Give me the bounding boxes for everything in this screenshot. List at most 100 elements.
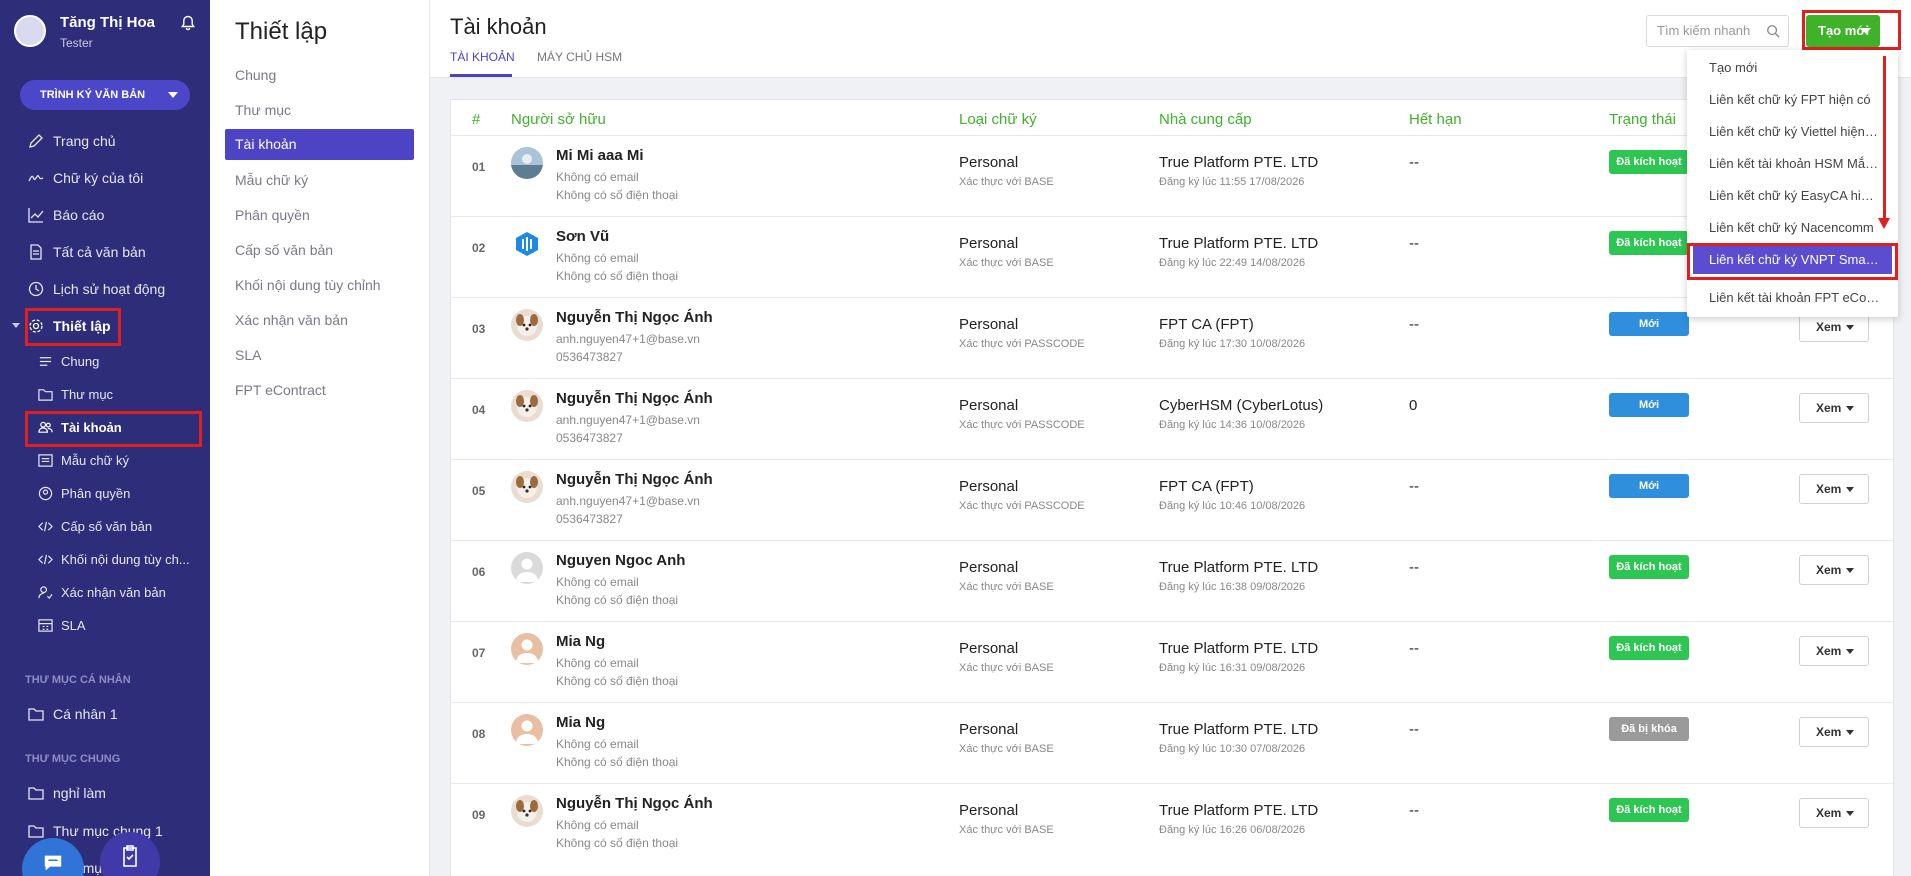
sidebar-item-folders[interactable]: Thư mục xyxy=(0,385,210,403)
dropdown-item-link-fpt-econtract[interactable]: Liên kết tài khoản FPT eContract xyxy=(1709,290,1881,305)
settings-item-document-confirmation[interactable]: Xác nhận văn bản xyxy=(235,312,348,328)
settings-item-sla[interactable]: SLA xyxy=(235,347,261,363)
sidebar-item-general[interactable]: Chung xyxy=(0,352,210,370)
table-row[interactable]: 05 Nguyễn Thị Ngọc Ánh anh.nguyen47+1@base… xyxy=(451,459,1895,540)
auth-method: Xác thực với PASSCODE xyxy=(959,419,1085,431)
bell-icon[interactable] xyxy=(180,15,196,31)
owner-email: Không có email xyxy=(556,251,639,265)
sidebar-item-custom-blocks[interactable]: Khối nội dung tùy ch... xyxy=(0,550,210,568)
avatar[interactable] xyxy=(14,15,46,47)
registered-at: Đăng ký lúc 14:36 10/08/2026 xyxy=(1159,419,1306,431)
section-personal-folders: THƯ MỤC CÁ NHÂN xyxy=(25,674,131,686)
section-common-folders: THƯ MỤC CHUNG xyxy=(25,753,121,765)
table-row[interactable]: 09 Nguyễn Thị Ngọc Ánh Không có email Không… xyxy=(451,783,1895,864)
dropdown-item-create-new[interactable]: Tạo mới xyxy=(1709,60,1757,75)
owner-name[interactable]: Nguyễn Thị Ngọc Ánh xyxy=(556,795,713,812)
folder-item-common[interactable]: Thư mục chung 1 xyxy=(0,821,210,841)
sidebar-item-document-confirmation[interactable]: Xác nhận văn bản xyxy=(0,583,210,601)
owner-avatar xyxy=(511,471,543,503)
owner-email: anh.nguyen47+1@base.vn xyxy=(556,494,700,508)
settings-item-permissions[interactable]: Phân quyền xyxy=(235,207,310,223)
folder-icon xyxy=(28,708,44,721)
owner-name[interactable]: Nguyễn Thị Ngọc Ánh xyxy=(556,309,713,326)
owner-name[interactable]: Nguyễn Thị Ngọc Ánh xyxy=(556,471,713,488)
provider-name: CyberHSM (CyberLotus) xyxy=(1159,397,1324,414)
view-label: Xem xyxy=(1816,725,1842,739)
dropdown-item-link-easyca[interactable]: Liên kết chữ ký EasyCA hiện có xyxy=(1709,188,1881,203)
view-button[interactable]: Xem xyxy=(1799,555,1869,585)
auth-method: Xác thực với BASE xyxy=(959,824,1054,836)
nav-item-activity-history[interactable]: Lịch sử hoạt động xyxy=(0,279,210,299)
column-header-number: # xyxy=(472,111,481,128)
view-button[interactable]: Xem xyxy=(1799,798,1869,828)
view-button[interactable]: Xem xyxy=(1799,636,1869,666)
view-button[interactable]: Xem xyxy=(1799,393,1869,423)
nav-item-reports[interactable]: Báo cáo xyxy=(0,205,210,225)
sidebar-item-signature-templates[interactable]: Mẫu chữ ký xyxy=(0,451,210,469)
nav-item-home[interactable]: Trang chủ xyxy=(0,131,210,151)
search-icon[interactable] xyxy=(1766,24,1780,38)
column-header-owner: Người sở hữu xyxy=(511,111,606,128)
owner-email: Không có email xyxy=(556,656,639,670)
settings-item-folders[interactable]: Thư mục xyxy=(235,102,291,118)
nav-label: Báo cáo xyxy=(53,207,105,223)
code-icon xyxy=(38,521,53,531)
search-input[interactable]: Tìm kiếm nhanh xyxy=(1646,15,1789,47)
folder-item-personal[interactable]: Cá nhân 1 xyxy=(0,704,210,724)
chevron-down-icon xyxy=(1846,730,1854,735)
owner-name[interactable]: Mia Ng xyxy=(556,633,605,650)
owner-name[interactable]: Nguyen Ngoc Anh xyxy=(556,552,685,569)
owner-phone: 0536473827 xyxy=(556,512,623,526)
table-row[interactable]: 02 Sơn Vũ Không có email Không có số điện t… xyxy=(451,216,1895,297)
owner-avatar xyxy=(511,390,543,422)
settings-item-custom-blocks[interactable]: Khối nội dung tùy chỉnh xyxy=(235,277,381,293)
view-label: Xem xyxy=(1816,401,1842,415)
expiry-value: 0 xyxy=(1409,397,1418,414)
view-label: Xem xyxy=(1816,806,1842,820)
settings-item-signature-templates[interactable]: Mẫu chữ ký xyxy=(235,172,308,188)
table-row[interactable]: 06 Nguyen Ngoc Anh Không có email Không có … xyxy=(451,540,1895,621)
table-row[interactable]: 03 Nguyễn Thị Ngọc Ánh anh.nguyen47+1@base… xyxy=(451,297,1895,378)
nav-item-my-signatures[interactable]: Chữ ký của tôi xyxy=(0,168,210,188)
sidebar-item-permissions[interactable]: Phân quyền xyxy=(0,484,210,502)
owner-name[interactable]: Mi Mi aaa Mi xyxy=(556,147,644,164)
expiry-value: -- xyxy=(1409,640,1419,657)
table-row[interactable]: 04 Nguyễn Thị Ngọc Ánh anh.nguyen47+1@base… xyxy=(451,378,1895,459)
owner-email: anh.nguyen47+1@base.vn xyxy=(556,332,700,346)
owner-name[interactable]: Mia Ng xyxy=(556,714,605,731)
sidebar-item-sla[interactable]: SLA xyxy=(0,616,210,634)
owner-email: Không có email xyxy=(556,818,639,832)
auth-method: Xác thực với PASSCODE xyxy=(959,338,1085,350)
dropdown-item-link-nacencomm[interactable]: Liên kết chữ ký Nacencomm xyxy=(1709,220,1874,235)
annotation-highlight-accounts xyxy=(25,411,202,447)
owner-avatar xyxy=(511,228,543,260)
owner-name[interactable]: Sơn Vũ xyxy=(556,228,609,245)
sidebar-item-document-numbering[interactable]: Cấp số văn bản xyxy=(0,517,210,535)
dropdown-item-link-fpt[interactable]: Liên kết chữ ký FPT hiện có xyxy=(1709,92,1871,107)
nav-item-all-documents[interactable]: Tất cả văn bản xyxy=(0,242,210,262)
annotation-arrowhead xyxy=(1878,218,1890,229)
settings-item-fpt-econtract[interactable]: FPT eContract xyxy=(235,382,326,398)
calendar-icon xyxy=(38,618,53,632)
signature-type: Personal xyxy=(959,640,1019,657)
chat-button[interactable] xyxy=(22,838,84,876)
dropdown-item-link-hsm-matbao[interactable]: Liên kết tài khoản HSM Mắt Bão xyxy=(1709,156,1881,171)
primary-action-button[interactable]: TRÌNH KÝ VĂN BẢN xyxy=(20,80,190,110)
auth-method: Xác thực với BASE xyxy=(959,257,1054,269)
table-row[interactable]: 08 Mia Ng Không có email Không có số điện t… xyxy=(451,702,1895,783)
sidebar-item-label: Cấp số văn bản xyxy=(61,518,153,534)
view-button[interactable]: Xem xyxy=(1799,474,1869,504)
settings-item-document-numbering[interactable]: Cấp số văn bản xyxy=(235,242,333,258)
table-row[interactable]: 07 Mia Ng Không có email Không có số điện t… xyxy=(451,621,1895,702)
dropdown-item-link-viettel[interactable]: Liên kết chữ ký Viettel hiện có xyxy=(1709,124,1881,139)
table-row[interactable]: 01 Mi Mi aaa Mi Không có email Không có số … xyxy=(451,135,1895,216)
folder-item-common[interactable]: nghỉ làm xyxy=(0,783,210,803)
view-button[interactable]: Xem xyxy=(1799,717,1869,747)
tab-hsm-servers[interactable]: MÁY CHỦ HSM xyxy=(537,50,622,64)
tab-accounts[interactable]: TÀI KHOẢN xyxy=(450,50,515,64)
view-label: Xem xyxy=(1816,563,1842,577)
owner-name[interactable]: Nguyễn Thị Ngọc Ánh xyxy=(556,390,713,407)
owner-email: anh.nguyen47+1@base.vn xyxy=(556,413,700,427)
settings-item-accounts[interactable]: Tài khoản xyxy=(225,129,414,160)
settings-item-general[interactable]: Chung xyxy=(235,67,276,83)
